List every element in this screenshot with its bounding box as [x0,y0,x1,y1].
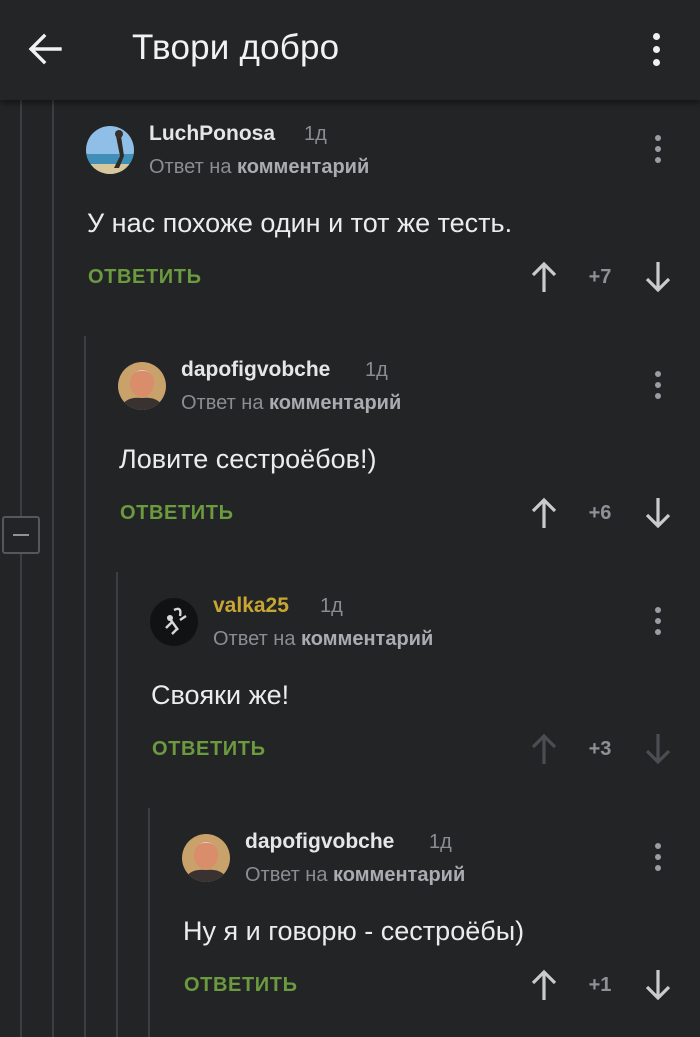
upvote-arrow-icon[interactable] [529,496,559,530]
comment-score: +1 [588,974,612,996]
back-arrow-icon[interactable] [22,26,68,72]
downvote-arrow-icon[interactable] [643,496,673,530]
thread-line [84,336,86,1037]
comment-username[interactable]: dapofigvobche [245,830,394,854]
thread-line [148,808,150,1037]
comment-score: +3 [588,738,612,760]
comment-time: 1д [304,123,327,145]
comment-score: +7 [588,266,612,288]
reply-to-link[interactable]: Ответ на комментарий [149,156,369,179]
downvote-arrow-icon[interactable] [643,260,673,294]
reply-button[interactable]: ОТВЕТИТЬ [88,266,202,289]
thread-line [116,572,118,1037]
avatar-man-icon[interactable] [118,362,166,410]
comment-menu-icon[interactable] [648,132,668,166]
comment-time: 1д [429,831,452,853]
reply-to-link[interactable]: Ответ на комментарий [245,864,465,887]
reply-button[interactable]: ОТВЕТИТЬ [184,974,298,997]
comment-text: Свояки же! [151,680,290,710]
comment-username[interactable]: dapofigvobche [181,358,330,382]
comment-text: Ну я и говорю - сестроёбы) [183,916,525,946]
thread-line [20,554,22,1037]
thread-line [52,100,54,1037]
comment-time: 1д [320,595,343,617]
comment-menu-icon[interactable] [648,368,668,402]
overflow-menu-icon[interactable] [636,26,676,72]
comment-menu-icon[interactable] [648,604,668,638]
avatar-beach-icon[interactable] [86,126,134,174]
avatar-scorpion-icon[interactable] [150,598,198,646]
app-bar: Твори добро [0,0,700,100]
thread-line [20,100,22,516]
reply-button[interactable]: ОТВЕТИТЬ [152,738,266,761]
comment-score: +6 [588,502,612,524]
comment-username[interactable]: LuchPonosa [149,122,275,146]
upvote-arrow-icon[interactable] [529,732,559,766]
comment-username[interactable]: valka25 [213,594,289,618]
upvote-arrow-icon[interactable] [529,260,559,294]
reply-to-link[interactable]: Ответ на комментарий [213,628,433,651]
upvote-arrow-icon[interactable] [529,968,559,1002]
comment-text: У нас похоже один и тот же тесть. [87,208,513,238]
downvote-arrow-icon[interactable] [643,968,673,1002]
avatar-man-icon[interactable] [182,834,230,882]
page-title: Твори добро [132,28,340,67]
reply-button[interactable]: ОТВЕТИТЬ [120,502,234,525]
downvote-arrow-icon[interactable] [643,732,673,766]
comment-menu-icon[interactable] [648,840,668,874]
comment-time: 1д [365,359,388,381]
collapse-thread-button[interactable] [2,516,40,554]
reply-to-link[interactable]: Ответ на комментарий [181,392,401,415]
comment-text: Ловите сестроёбов!) [119,444,377,474]
